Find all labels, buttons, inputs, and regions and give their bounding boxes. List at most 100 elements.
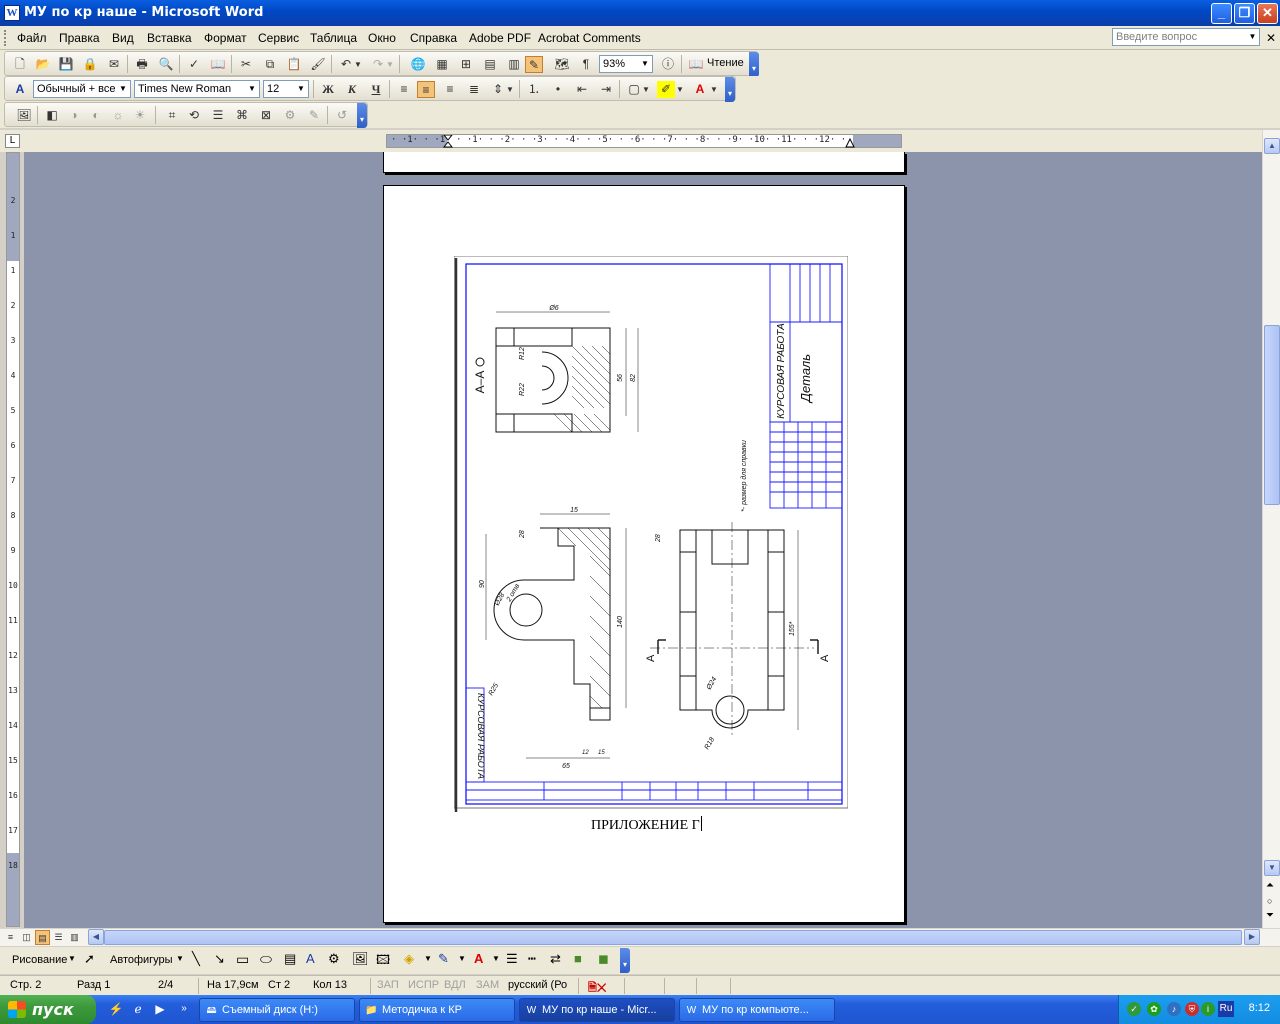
chevron-down-icon[interactable]: ▼ bbox=[641, 81, 651, 98]
save-icon[interactable]: 💾 bbox=[57, 56, 75, 73]
text-wrapping-icon[interactable]: ⊠ bbox=[257, 107, 275, 124]
outline-view-icon[interactable]: ☰ bbox=[51, 930, 66, 945]
menu-view[interactable]: Вид bbox=[112, 31, 134, 45]
info-icon[interactable]: i bbox=[1201, 1002, 1215, 1016]
chevron-down-icon[interactable]: ▼ bbox=[68, 954, 76, 963]
cut-icon[interactable]: ✂ bbox=[237, 56, 255, 73]
style-select[interactable]: Обычный + все ▼ bbox=[33, 80, 131, 98]
toolbar-options-icon[interactable]: ▾ bbox=[725, 77, 735, 102]
menu-adobe-pdf[interactable]: Adobe PDF bbox=[469, 31, 531, 45]
toolbar-options-icon[interactable]: ▾ bbox=[620, 948, 630, 973]
picture-icon[interactable]: 🖾 bbox=[376, 951, 390, 973]
web-view-icon[interactable]: ◫ bbox=[19, 930, 34, 945]
next-page-icon[interactable]: ⏷ bbox=[1266, 910, 1274, 921]
chevron-down-icon[interactable]: ▼ bbox=[246, 82, 258, 96]
help-icon[interactable]: ⓘ bbox=[659, 56, 677, 73]
clipart-icon[interactable]: 🖼 bbox=[352, 951, 369, 967]
insert-excel-icon[interactable]: ▤ bbox=[481, 56, 499, 73]
set-transparent-icon[interactable]: ✎ bbox=[305, 107, 323, 124]
chevron-down-icon[interactable]: ▼ bbox=[295, 82, 307, 96]
print-icon[interactable]: 🖶 bbox=[133, 56, 151, 73]
justify-icon[interactable]: ≣ bbox=[465, 81, 483, 98]
crop-icon[interactable]: ⌗ bbox=[163, 107, 181, 124]
read-icon[interactable]: 📖 bbox=[687, 56, 705, 73]
draw-menu[interactable]: Рисование bbox=[12, 954, 67, 966]
status-extend[interactable]: ВДЛ bbox=[444, 979, 466, 991]
minimize-button[interactable]: _ bbox=[1211, 3, 1232, 24]
quicklaunch-more-icon[interactable]: » bbox=[176, 1001, 192, 1017]
spelling-icon[interactable]: ✓ bbox=[185, 56, 203, 73]
chevron-down-icon[interactable]: ▼ bbox=[458, 954, 466, 963]
zoom-select[interactable]: 93% ▼ bbox=[599, 55, 653, 73]
icq-icon[interactable]: ✿ bbox=[1147, 1002, 1161, 1016]
menu-insert[interactable]: Вставка bbox=[147, 31, 192, 45]
font-color-icon[interactable]: A bbox=[474, 951, 483, 966]
menu-edit[interactable]: Правка bbox=[59, 31, 100, 45]
document-page[interactable]: КУРСОВАЯ РАБОТА Деталь КУРСОВАЯ РАБОТА Ø… bbox=[383, 185, 905, 923]
oval-icon[interactable]: ⬭ bbox=[260, 951, 272, 968]
permission-icon[interactable]: 🔒 bbox=[81, 56, 99, 73]
drawing-toggle-icon[interactable]: ✎ bbox=[525, 56, 543, 73]
scroll-down-button[interactable]: ▼ bbox=[1264, 860, 1280, 876]
security-icon[interactable]: ⛨ bbox=[1185, 1002, 1199, 1016]
open-icon[interactable]: 📂 bbox=[34, 56, 52, 73]
indent-marker-icon[interactable] bbox=[443, 135, 453, 149]
read-button-label[interactable]: Чтение bbox=[707, 57, 744, 69]
browse-object-icon[interactable]: ○ bbox=[1267, 896, 1272, 906]
chevron-down-icon[interactable]: ▼ bbox=[385, 56, 395, 73]
3d-icon[interactable]: ◼ bbox=[598, 951, 609, 967]
menu-acrobat-comments[interactable]: Acrobat Comments bbox=[538, 31, 641, 45]
chevron-down-icon[interactable]: ▼ bbox=[492, 954, 500, 963]
network-icon[interactable]: ✓ bbox=[1127, 1002, 1141, 1016]
horizontal-scrollbar[interactable]: ≡ ◫ ▤ ☰ ▥ ◀ ▶ bbox=[0, 928, 1280, 946]
font-select[interactable]: Times New Roman ▼ bbox=[134, 80, 260, 98]
document-area[interactable]: КУРСОВАЯ РАБОТА Деталь КУРСОВАЯ РАБОТА Ø… bbox=[24, 152, 1262, 928]
styles-icon[interactable]: A bbox=[11, 81, 29, 98]
paste-icon[interactable]: 📋 bbox=[285, 56, 303, 73]
increase-indent-icon[interactable]: ⇥ bbox=[597, 81, 615, 98]
language-indicator[interactable]: Ru bbox=[1218, 1001, 1234, 1017]
close-document-icon[interactable]: ✕ bbox=[1266, 31, 1276, 45]
line-style-icon[interactable]: ☰ bbox=[209, 107, 227, 124]
menu-tools[interactable]: Сервис bbox=[258, 31, 299, 45]
underline-icon[interactable]: Ч bbox=[367, 81, 385, 98]
word-icon[interactable]: W bbox=[4, 5, 20, 21]
diagram-icon[interactable]: ⚙ bbox=[328, 951, 340, 967]
numbering-icon[interactable]: ⒈ bbox=[525, 81, 543, 98]
vertical-ruler[interactable]: 2 1 1 2 3 4 5 6 7 8 9 10 11 12 13 14 15 … bbox=[6, 152, 20, 927]
menu-format[interactable]: Формат bbox=[204, 31, 247, 45]
highlight-icon[interactable]: ✐ bbox=[657, 81, 675, 98]
chevron-down-icon[interactable]: ▼ bbox=[353, 56, 363, 73]
line-icon[interactable]: ╲ bbox=[192, 951, 200, 967]
align-right-icon[interactable]: ≡ bbox=[441, 81, 459, 98]
less-contrast-icon[interactable]: ◐ bbox=[87, 107, 105, 124]
chevron-down-icon[interactable]: ▼ bbox=[1246, 29, 1259, 45]
shadow-icon[interactable]: ■ bbox=[574, 951, 582, 966]
show-hide-icon[interactable]: ¶ bbox=[577, 56, 595, 73]
line-color-icon[interactable]: ✎ bbox=[438, 951, 449, 967]
toolbar-options-icon[interactable]: ▾ bbox=[357, 103, 367, 128]
rotate-icon[interactable]: ⟲ bbox=[185, 107, 203, 124]
status-track-changes[interactable]: ИСПР bbox=[408, 979, 439, 991]
arrow-icon[interactable]: ↘ bbox=[214, 951, 225, 967]
close-button[interactable]: ✕ bbox=[1257, 3, 1278, 24]
scroll-up-button[interactable]: ▲ bbox=[1264, 138, 1280, 154]
arrow-style-icon[interactable]: ⇄ bbox=[550, 951, 561, 967]
quicklaunch-ie-icon[interactable]: ℯ bbox=[130, 1001, 146, 1017]
autoshapes-menu[interactable]: Автофигуры bbox=[110, 954, 173, 966]
less-brightness-icon[interactable]: ☀ bbox=[131, 107, 149, 124]
taskbar-item-methodichka[interactable]: 📁 Методичка к КР bbox=[359, 998, 515, 1022]
select-objects-icon[interactable]: ➚ bbox=[84, 951, 95, 967]
line-style-icon[interactable]: ☰ bbox=[506, 951, 518, 967]
chevron-down-icon[interactable]: ▼ bbox=[117, 82, 129, 96]
technical-drawing[interactable]: КУРСОВАЯ РАБОТА Деталь КУРСОВАЯ РАБОТА Ø… bbox=[454, 256, 848, 812]
chevron-down-icon[interactable]: ▼ bbox=[675, 81, 685, 98]
menu-grip[interactable] bbox=[4, 30, 8, 46]
taskbar-item-word-active[interactable]: W МУ по кр наше - Micr... bbox=[519, 998, 675, 1022]
new-document-icon[interactable]: 🗋 bbox=[11, 56, 29, 73]
chevron-down-icon[interactable]: ▼ bbox=[709, 81, 719, 98]
italic-icon[interactable]: К bbox=[343, 81, 361, 98]
status-overtype[interactable]: ЗАМ bbox=[476, 979, 499, 991]
format-picture-icon[interactable]: ⚙ bbox=[281, 107, 299, 124]
reset-picture-icon[interactable]: ↺ bbox=[333, 107, 351, 124]
